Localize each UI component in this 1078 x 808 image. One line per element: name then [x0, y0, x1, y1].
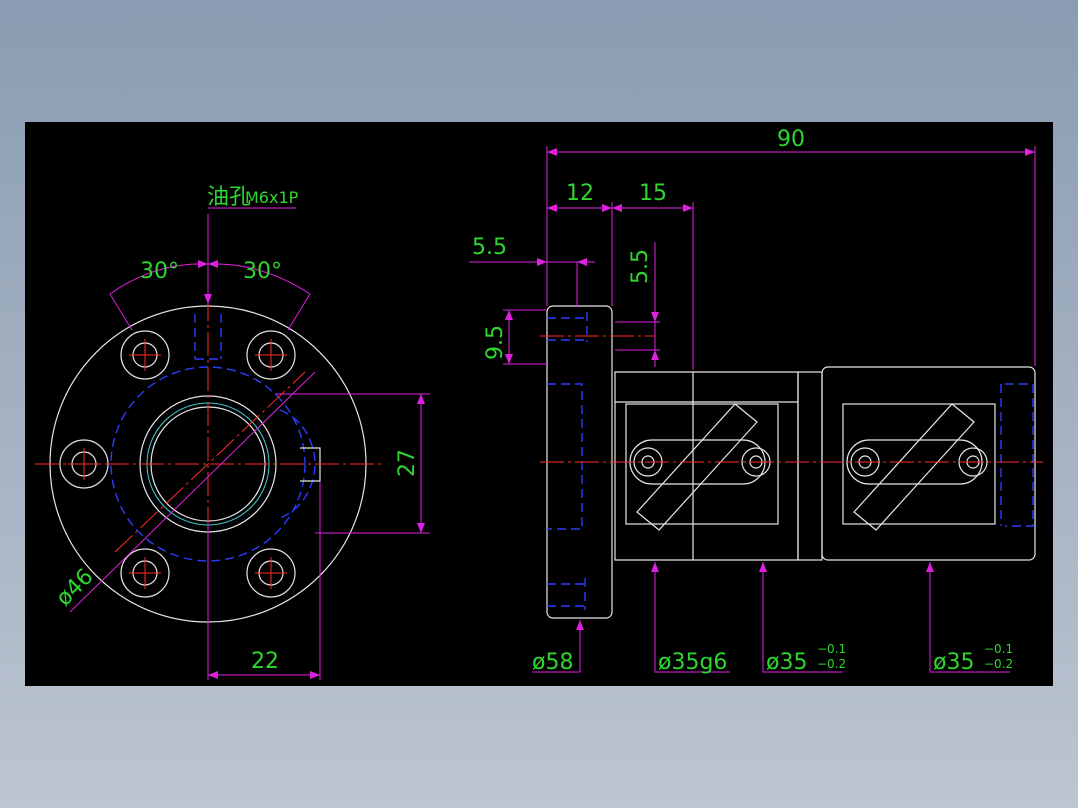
angle-left-label: 30°	[140, 259, 179, 284]
dim-90-label: 90	[777, 127, 805, 152]
window-right	[842, 403, 996, 525]
side-hidden	[547, 312, 1034, 610]
thread-label: M6x1P	[245, 188, 299, 207]
dim-12-label: 12	[566, 181, 594, 206]
body-groove	[797, 371, 823, 561]
dim-90	[546, 146, 1036, 366]
angle-right-label: 30°	[243, 259, 282, 284]
dim-5-5-v-label: 5.5	[628, 249, 653, 284]
dim-22-label: 22	[251, 649, 279, 674]
dim-35-a-label: ø35	[766, 650, 807, 675]
dim-35g6-label: ø35g6	[658, 650, 727, 675]
dim-15-label: 15	[639, 181, 667, 206]
dim-27-label: 27	[395, 449, 420, 477]
dim-35-b-label: ø35	[933, 650, 974, 675]
cad-drawing: 油孔 M6x1P 30° 30° 27 ø46 22 90 12 15 5.5 …	[35, 127, 1043, 680]
dim-5-5-h	[469, 261, 595, 307]
return-tube-right	[846, 403, 988, 531]
return-tube-left	[629, 403, 771, 531]
dim-58-label: ø58	[532, 650, 573, 675]
tol-lower-b: −0.2	[984, 657, 1013, 671]
dim-46-leader	[69, 371, 316, 613]
cad-drawing-viewport[interactable]: 油孔 M6x1P 30° 30° 27 ø46 22 90 12 15 5.5 …	[25, 122, 1053, 686]
tol-upper-b: −0.1	[984, 642, 1013, 656]
dim-5-5-h-label: 5.5	[472, 235, 507, 260]
body-right	[821, 366, 1036, 561]
dim-12-15	[547, 202, 694, 370]
side-view: 90 12 15 5.5 5.5 9.5 ø58 ø35g6 ø35 −0.1 …	[469, 127, 1043, 675]
front-view: 油孔 M6x1P 30° 30° 27 ø46 22	[35, 185, 430, 680]
tol-lower-a: −0.2	[817, 657, 846, 671]
body-left	[614, 371, 799, 561]
window-left	[625, 403, 779, 525]
dim-9-5-label: 9.5	[483, 325, 508, 360]
tol-upper-a: −0.1	[817, 642, 846, 656]
